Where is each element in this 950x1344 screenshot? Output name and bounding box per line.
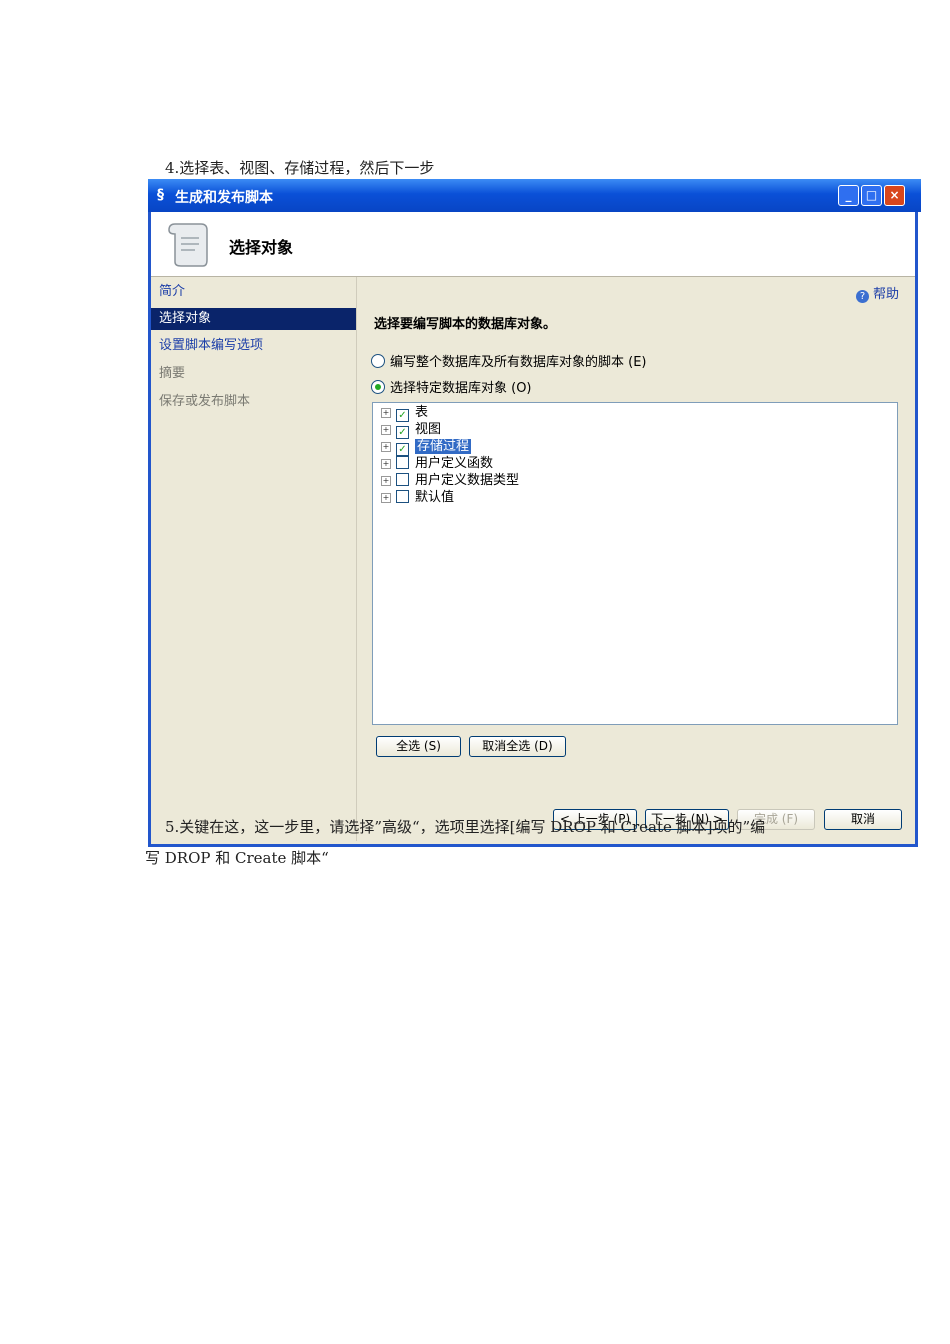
expand-icon[interactable]: + xyxy=(381,476,391,486)
tree-item-label: 表 xyxy=(415,405,429,420)
radio-label: 编写整个数据库及所有数据库对象的脚本 (E) xyxy=(390,355,647,370)
radio-indicator[interactable] xyxy=(371,354,385,368)
tree-item-label: 用户定义数据类型 xyxy=(415,473,520,488)
step5-caption-line1: 5.关键在这，这一步里，请选择”高级“，选项里选择[编写 DROP 和 Crea… xyxy=(165,818,766,836)
step4-caption: 4.选择表、视图、存储过程，然后下一步 xyxy=(165,159,435,177)
sidebar-item-summary: 摘要 xyxy=(159,366,186,381)
radio-indicator[interactable] xyxy=(371,380,385,394)
deselect-all-button[interactable]: 取消全选 (D) xyxy=(469,736,566,757)
expand-icon[interactable]: + xyxy=(381,459,391,469)
object-tree[interactable]: + ✓ 表 + ✓ 视图 + ✓ 存储过程 + 用户定义函数 + 用户定义数据类型 + 默认值 xyxy=(372,402,898,725)
sidebar-item-intro[interactable]: 简介 xyxy=(151,281,356,303)
help-icon: ? xyxy=(855,290,869,303)
help-link[interactable]: ? 帮助 xyxy=(855,283,899,303)
main-heading: 选择要编写脚本的数据库对象。 xyxy=(374,317,557,332)
scroll-icon xyxy=(168,223,208,267)
tree-item-label: 默认值 xyxy=(415,490,455,505)
tree-item-label: 存储过程 xyxy=(415,439,472,454)
sidebar-item-select-objects[interactable]: 选择对象 xyxy=(151,308,356,330)
wizard-sidebar: 简介 选择对象 设置脚本编写选项 摘要 保存或发布脚本 xyxy=(151,277,357,841)
script-icon: § xyxy=(157,187,164,203)
close-button[interactable]: × xyxy=(884,185,905,206)
tree-item-views[interactable]: + ✓ 视图 xyxy=(381,421,442,439)
checkbox-defaults[interactable] xyxy=(396,490,409,503)
step5-caption-line2: 写 DROP 和 Create 脚本“ xyxy=(145,849,329,867)
select-all-button[interactable]: 全选 (S) xyxy=(376,736,461,757)
tree-item-user-data-types[interactable]: + 用户定义数据类型 xyxy=(381,472,519,489)
tree-item-stored-procedures[interactable]: + ✓ 存储过程 xyxy=(381,438,472,456)
wizard-main: ? 帮助 选择要编写脚本的数据库对象。 编写整个数据库及所有数据库对象的脚本 (E… xyxy=(357,277,915,841)
tree-item-defaults[interactable]: + 默认值 xyxy=(381,489,454,506)
expand-icon[interactable]: + xyxy=(381,408,391,418)
generate-scripts-dialog: § 生成和发布脚本 _ □ × 选择对象 简介 选择对象 设置脚本编写选项 摘要… xyxy=(148,179,921,847)
tree-item-label: 视图 xyxy=(415,422,442,437)
sidebar-item-save-publish: 保存或发布脚本 xyxy=(159,394,251,409)
radio-select-specific[interactable]: 选择特定数据库对象 (O) xyxy=(371,377,532,396)
expand-icon[interactable]: + xyxy=(381,493,391,503)
page-title: 选择对象 xyxy=(229,238,294,257)
radio-script-entire-db[interactable]: 编写整个数据库及所有数据库对象的脚本 (E) xyxy=(371,351,647,370)
dialog-title: 生成和发布脚本 xyxy=(175,190,273,206)
sidebar-item-script-options[interactable]: 设置脚本编写选项 xyxy=(151,335,356,357)
tree-item-user-functions[interactable]: + 用户定义函数 xyxy=(381,455,493,472)
minimize-button[interactable]: _ xyxy=(838,185,859,206)
wizard-header: 选择对象 xyxy=(151,212,915,277)
radio-label: 选择特定数据库对象 (O) xyxy=(390,381,532,396)
expand-icon[interactable]: + xyxy=(381,425,391,435)
expand-icon[interactable]: + xyxy=(381,442,391,452)
cancel-button[interactable]: 取消 xyxy=(824,809,902,830)
checkbox-user-data-types[interactable] xyxy=(396,473,409,486)
help-label: 帮助 xyxy=(872,287,899,302)
checkbox-user-functions[interactable] xyxy=(396,456,409,469)
maximize-button[interactable]: □ xyxy=(861,185,882,206)
tree-item-label: 用户定义函数 xyxy=(415,456,494,471)
dialog-titlebar[interactable]: § 生成和发布脚本 _ □ × xyxy=(148,179,921,212)
tree-item-tables[interactable]: + ✓ 表 xyxy=(381,404,429,422)
